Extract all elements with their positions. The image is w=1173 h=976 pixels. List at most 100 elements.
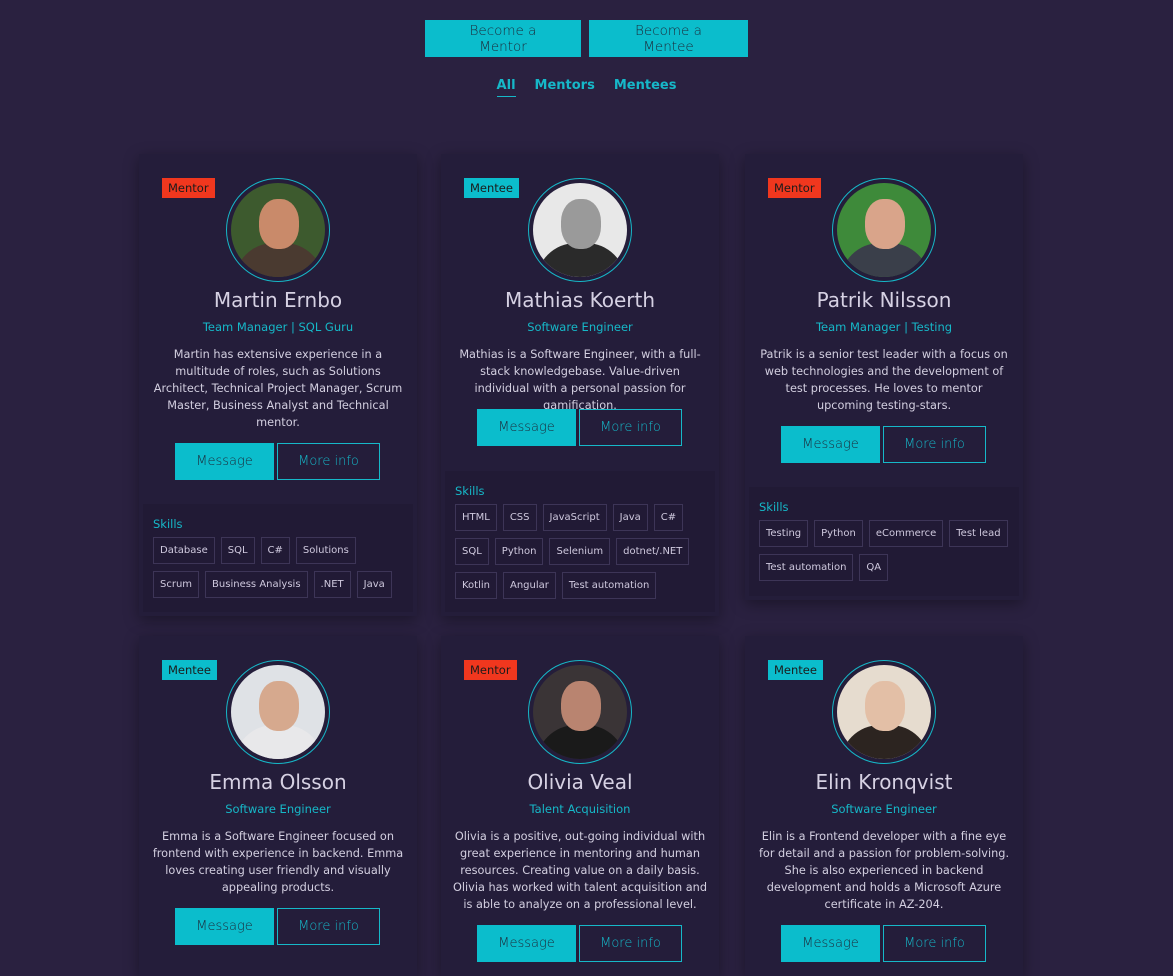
profile-bio: Elin is a Frontend developer with a fine… [758, 830, 1010, 911]
role-badge: Mentor [162, 178, 215, 198]
message-button[interactable]: Message [781, 426, 880, 463]
skill-tag: .NET [313, 571, 351, 598]
skill-tag: SQL [455, 538, 489, 565]
skill-tag: SQL [220, 537, 255, 564]
profile-bio: Martin has extensive experience in a mul… [153, 348, 403, 429]
skill-tag: Test automation [759, 554, 854, 581]
profile-role: Software Engineer [831, 802, 937, 816]
skill-tag: Python [814, 520, 863, 547]
skill-tag: Java [356, 571, 392, 598]
profile-name: Martin Ernbo [213, 288, 343, 312]
more-info-button[interactable]: More info [579, 925, 682, 962]
profile-card: Mentee Emma Olsson Software Engineer Emm… [139, 636, 417, 976]
profile-photo [231, 665, 325, 759]
more-info-button[interactable]: More info [579, 409, 682, 446]
cta-bar: Become a Mentor Become a Mentee [0, 20, 1173, 57]
skills-panel: Skills Testing Python eCommerce Test lea… [749, 487, 1019, 596]
more-info-button[interactable]: More info [277, 443, 380, 480]
skill-tag: Business Analysis [205, 571, 308, 598]
profile-card: Mentor Martin Ernbo Team Manager | SQL G… [139, 154, 417, 616]
profile-name: Patrik Nilsson [816, 288, 952, 312]
avatar [528, 660, 632, 764]
profile-role: Talent Acquisition [529, 802, 631, 816]
skill-tag: Database [153, 537, 215, 564]
skill-tag: Test lead [949, 520, 1008, 547]
become-mentee-button[interactable]: Become a Mentee [589, 20, 748, 57]
avatar [226, 660, 330, 764]
profile-name: Mathias Koerth [504, 288, 656, 312]
profile-role: Team Manager | Testing [815, 320, 953, 334]
skills-title: Skills [759, 500, 789, 514]
skill-tag: Testing [759, 520, 809, 547]
avatar [226, 178, 330, 282]
profile-bio: Mathias is a Software Engineer, with a f… [459, 348, 701, 412]
skill-tag: Test automation [561, 572, 657, 599]
profile-card: Mentee Mathias Koerth Software Engineer … [441, 154, 719, 616]
profile-card: Mentee Elin Kronqvist Software Engineer … [745, 636, 1023, 976]
profile-photo [533, 665, 627, 759]
skill-tag: Angular [503, 572, 556, 599]
skill-tag: QA [859, 554, 889, 581]
skill-tag: Java [612, 504, 648, 531]
more-info-button[interactable]: More info [883, 426, 986, 463]
skill-tag: Selenium [549, 538, 611, 565]
message-button[interactable]: Message [175, 908, 274, 945]
role-badge: Mentee [162, 660, 217, 680]
profile-photo [837, 183, 931, 277]
avatar [832, 660, 936, 764]
filter-tabs: All Mentors Mentees [0, 78, 1173, 97]
avatar [528, 178, 632, 282]
skills-title: Skills [153, 517, 183, 531]
tab-all[interactable]: All [496, 78, 516, 97]
skill-tag: Scrum [153, 571, 200, 598]
message-button[interactable]: Message [781, 925, 880, 962]
skill-tag: Kotlin [455, 572, 497, 599]
card-actions: Message More info [781, 925, 986, 962]
more-info-button[interactable]: More info [883, 925, 986, 962]
skills-panel: Skills HTML CSS JavaScript Java C# SQL P… [445, 471, 715, 612]
card-actions: Message More info [477, 925, 682, 962]
skill-tag: CSS [502, 504, 537, 531]
skill-tags: HTML CSS JavaScript Java C# SQL Python S… [455, 504, 705, 599]
message-button[interactable]: Message [175, 443, 274, 480]
skill-tag: Solutions [295, 537, 356, 564]
profile-photo [231, 183, 325, 277]
tab-mentors[interactable]: Mentors [535, 78, 595, 97]
card-actions: Message More info [175, 908, 380, 945]
become-mentor-button[interactable]: Become a Mentor [425, 20, 581, 57]
skill-tag: Python [494, 538, 544, 565]
role-badge: Mentee [464, 178, 519, 198]
profile-photo [837, 665, 931, 759]
profile-name: Elin Kronqvist [815, 770, 953, 794]
profile-name: Olivia Veal [527, 770, 633, 794]
message-button[interactable]: Message [477, 925, 576, 962]
tab-mentees[interactable]: Mentees [614, 78, 677, 97]
skill-tag: HTML [455, 504, 497, 531]
profile-card: Mentor Olivia Veal Talent Acquisition Ol… [441, 636, 719, 976]
card-actions: Message More info [477, 409, 682, 446]
message-button[interactable]: Message [477, 409, 576, 446]
skill-tag: C# [653, 504, 684, 531]
role-badge: Mentee [768, 660, 823, 680]
skills-title: Skills [455, 484, 485, 498]
skill-tag: C# [260, 537, 290, 564]
profile-bio: Olivia is a positive, out-going individu… [453, 830, 708, 911]
role-badge: Mentor [464, 660, 517, 680]
skills-panel: Skills Database SQL C# Solutions Scrum B… [143, 504, 413, 612]
more-info-button[interactable]: More info [277, 908, 380, 945]
role-badge: Mentor [768, 178, 821, 198]
card-actions: Message More info [175, 443, 380, 480]
skill-tag: eCommerce [868, 520, 944, 547]
profile-bio: Emma is a Software Engineer focused on f… [152, 830, 404, 894]
profile-role: Software Engineer [225, 802, 331, 816]
profile-bio: Patrik is a senior test leader with a fo… [760, 348, 1008, 412]
profile-card: Mentor Patrik Nilsson Team Manager | Tes… [745, 154, 1023, 600]
skill-tag: JavaScript [542, 504, 607, 531]
profile-role: Software Engineer [527, 320, 633, 334]
skill-tag: dotnet/.NET [616, 538, 690, 565]
avatar [832, 178, 936, 282]
card-actions: Message More info [781, 426, 986, 463]
skill-tags: Database SQL C# Solutions Scrum Business… [153, 537, 403, 598]
profile-role: Team Manager | SQL Guru [202, 320, 354, 334]
profile-name: Emma Olsson [209, 770, 347, 794]
